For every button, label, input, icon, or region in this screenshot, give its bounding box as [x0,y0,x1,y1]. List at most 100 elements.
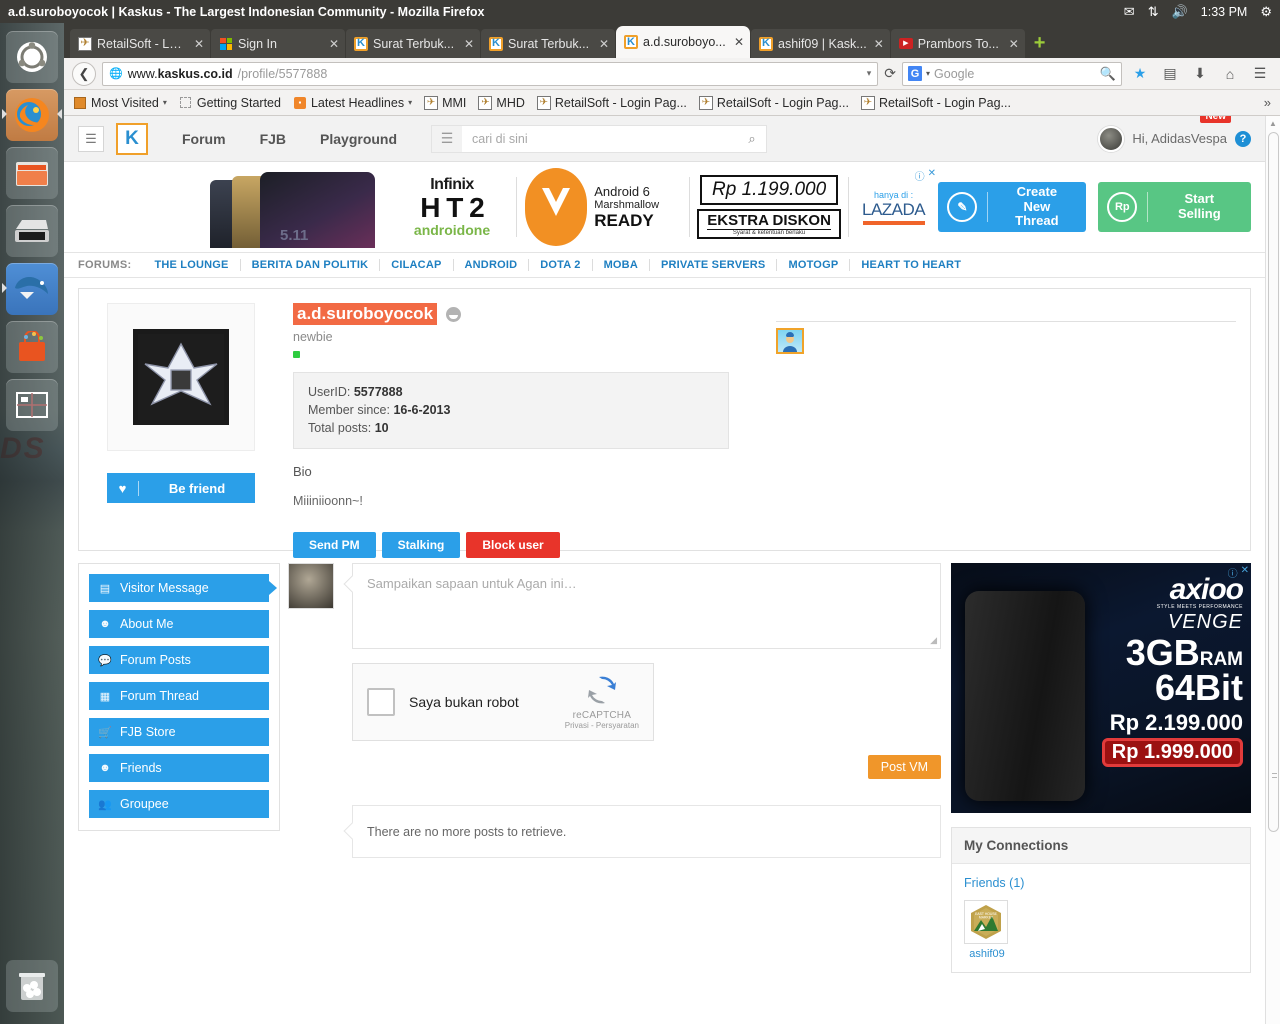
leaderboard-ad[interactable]: ⓘ ✕ 5.11 Infinix H T 2 androidone Androi… [210,166,939,248]
chevron-down-icon[interactable]: ▾ [926,69,930,78]
menu-icon[interactable]: ☰ [1248,62,1272,86]
close-icon[interactable]: ✕ [928,168,936,183]
square-ad[interactable]: ⓘ ✕ axioo STYLE MEETS PERFORMANCE VENGE … [951,563,1251,813]
mail-icon[interactable]: ✉ [1124,4,1135,20]
launcher-item-thunderbird[interactable] [2,263,58,315]
browser-tab[interactable]: K ashif09 | Kask... ✕ [751,29,890,58]
browser-tab[interactable]: Sign In ✕ [211,29,345,58]
help-icon[interactable]: ? [1235,130,1251,147]
close-icon[interactable]: ✕ [599,37,609,51]
bookmark-retailsoft-3[interactable]: ✈ RetailSoft - Login Pag... [860,95,1011,110]
launcher-item-workspace-switcher[interactable] [6,379,58,431]
bookmark-most-visited[interactable]: Most Visited ▾ [73,96,167,110]
nav-item-playground[interactable]: Playground [320,131,397,147]
friend-item[interactable]: EAST HOUSE MARKET ashif09 [964,900,1010,960]
close-icon[interactable]: ✕ [734,35,744,49]
bookmark-mhd[interactable]: ✈ MHD [478,95,525,110]
browser-tab-active[interactable]: K a.d.suroboyo... ✕ [616,26,750,58]
be-friend-button[interactable]: ♥ Be friend [107,473,255,503]
info-icon[interactable]: ⓘ [1228,565,1238,580]
site-search[interactable]: ☰ cari di sini ⌕ [431,124,768,153]
clock[interactable]: 1:33 PM [1201,5,1248,19]
gear-icon[interactable]: ⚙ [1260,4,1272,20]
friend-name[interactable]: ashif09 [964,948,1010,960]
block-user-button[interactable]: Block user [466,532,560,559]
sidebar-item-groupee[interactable]: 👥 Groupee [89,790,269,818]
launcher-item-ubuntu-software[interactable] [6,321,58,373]
network-icon[interactable]: ⇅ [1148,4,1159,20]
sidebar-item-about-me[interactable]: ☻ About Me [89,610,269,638]
close-icon[interactable]: ✕ [1241,565,1249,580]
hamburger-menu-icon[interactable]: ☰ [78,125,104,152]
launcher-item-scanner[interactable] [6,205,58,257]
bookmark-getting-started[interactable]: Getting Started [179,96,281,110]
send-pm-button[interactable]: Send PM [293,532,376,559]
forum-link-motogp[interactable]: MOTOGP [777,259,851,271]
recaptcha-widget[interactable]: Saya bukan robot reCAPTCHA Privasi - Per… [352,663,654,741]
sidebar-item-friends[interactable]: ☻ Friends [89,754,269,782]
browser-tab[interactable]: K Surat Terbuk... ✕ [346,29,480,58]
newbie-badge-icon[interactable] [776,328,804,354]
chevron-down-icon[interactable]: ▾ [408,98,412,107]
search-filter-icon[interactable]: ☰ [432,125,463,152]
launcher-item-trash[interactable] [6,960,58,1012]
bookmark-retailsoft-1[interactable]: ✈ RetailSoft - Login Pag... [536,95,687,110]
bookmark-retailsoft-2[interactable]: ✈ RetailSoft - Login Pag... [698,95,849,110]
forum-link-cilacap[interactable]: CILACAP [380,259,454,271]
forum-link-private-servers[interactable]: PRIVATE SERVERS [650,259,778,271]
forum-link-heart-to-heart[interactable]: HEART TO HEART [850,259,972,271]
user-menu[interactable]: New Hi, AdidasVespa ? [1098,116,1251,152]
forum-link-dota-2[interactable]: DOTA 2 [529,259,593,271]
close-icon[interactable]: ✕ [194,37,204,51]
chevron-down-icon[interactable]: ▾ [163,98,167,107]
launcher-item-ubuntu-dash[interactable] [6,31,58,83]
create-new-thread-button[interactable]: ✎ Create New Thread [938,182,1086,232]
search-input[interactable]: cari di sini [462,132,738,146]
back-button[interactable]: ❮ [72,61,96,86]
user-greeting[interactable]: Hi, AdidasVespa [1132,131,1227,146]
recaptcha-legal[interactable]: Privasi - Persyaratan [565,721,639,730]
kaskus-logo[interactable]: K [116,122,148,155]
browser-tab[interactable]: ✈ RetailSoft - Logi... ✕ [70,29,210,58]
close-icon[interactable]: ✕ [1009,37,1019,51]
bookmark-star-icon[interactable]: ★ [1128,62,1152,86]
bookmark-latest-headlines[interactable]: ▪ Latest Headlines ▾ [293,96,412,110]
close-icon[interactable]: ✕ [874,37,884,51]
downloads-icon[interactable]: ⬇ [1188,62,1212,86]
friend-avatar[interactable]: EAST HOUSE MARKET [964,900,1008,944]
close-icon[interactable]: ✕ [464,37,474,51]
reload-button[interactable]: ⟳ [884,65,896,82]
forum-link-the-lounge[interactable]: THE LOUNGE [143,259,241,271]
chevron-down-icon[interactable]: ▾ [867,68,872,79]
browser-tab[interactable]: K Surat Terbuk... ✕ [481,29,615,58]
resize-grip-icon[interactable]: ◢ [930,635,937,646]
reading-list-icon[interactable]: ▤ [1158,62,1182,86]
avatar[interactable] [1098,125,1125,152]
sidebar-item-fjb-store[interactable]: 🛒 FJB Store [89,718,269,746]
visitor-message-input[interactable]: Sampaikan sapaan untuk Agan ini… [353,564,940,603]
forum-link-android[interactable]: ANDROID [454,259,530,271]
address-bar[interactable]: 🌐 www.kaskus.co.id /profile/5577888 ▾ [102,61,879,86]
nav-item-fjb[interactable]: FJB [260,131,286,147]
bookmarks-overflow-button[interactable]: » [1264,95,1271,110]
stalking-button[interactable]: Stalking [381,532,461,559]
visitor-message-input-wrapper[interactable]: Sampaikan sapaan untuk Agan ini… ◢ [343,563,941,649]
start-selling-button[interactable]: Rp Start Selling [1098,182,1251,232]
page-scrollbar[interactable]: ▲ [1265,116,1280,1024]
browser-tab[interactable]: ▶ Prambors To... ✕ [890,29,1025,58]
ad-choices[interactable]: ⓘ ✕ [1228,565,1249,580]
sidebar-item-visitor-message[interactable]: ▤ Visitor Message [89,574,277,602]
scroll-up-arrow[interactable]: ▲ [1266,116,1280,130]
forum-link-berita-dan-politik[interactable]: BERITA DAN POLITIK [241,259,381,271]
launcher-item-files[interactable] [6,147,58,199]
profile-avatar-image[interactable] [133,329,229,425]
nav-item-forum[interactable]: Forum [182,131,226,147]
ad-choices[interactable]: ⓘ ✕ [915,168,936,183]
search-icon[interactable]: 🔍 [1100,66,1116,82]
post-vm-button[interactable]: Post VM [867,755,941,779]
search-icon[interactable]: ⌕ [738,131,766,147]
search-bar[interactable]: G ▾ Google 🔍 [902,61,1122,86]
info-icon[interactable]: ⓘ [915,168,925,183]
new-tab-button[interactable]: + [1034,32,1046,55]
volume-icon[interactable]: 🔊 [1172,4,1188,20]
